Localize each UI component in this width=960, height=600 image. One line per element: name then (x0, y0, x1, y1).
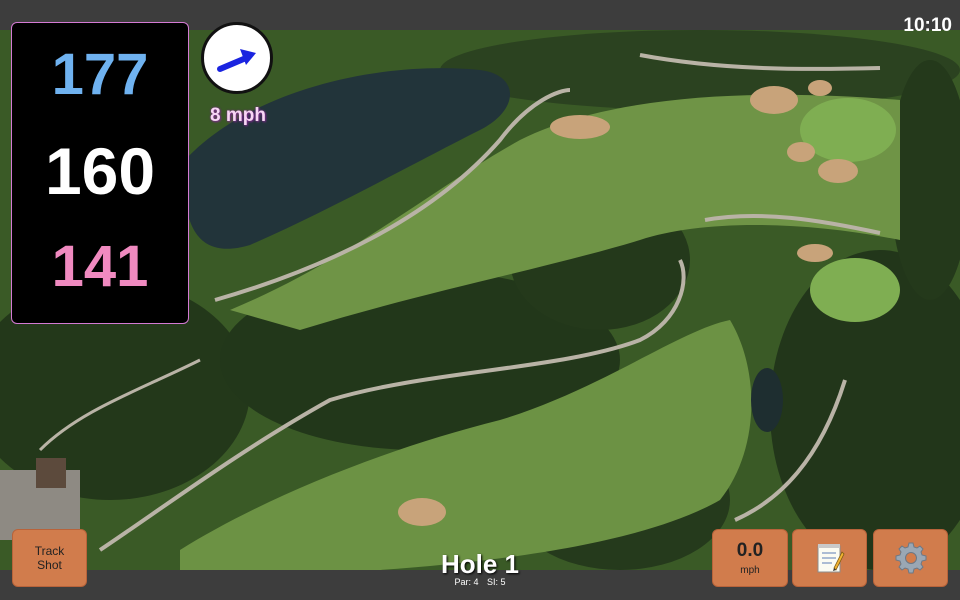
hole-par: Par: 4 (454, 577, 479, 587)
clock: 10:10 (903, 15, 952, 36)
bunker (787, 142, 815, 162)
bunker (797, 244, 833, 262)
gear-icon (895, 542, 926, 574)
bunker (398, 498, 446, 526)
bunker (808, 80, 832, 96)
green (810, 258, 900, 322)
pond (751, 368, 783, 432)
distance-back: 141 (51, 234, 149, 299)
bunker (750, 86, 798, 114)
hole-info: Par: 4 SI: 5 (380, 577, 580, 587)
hole-title: Hole 1 (440, 549, 520, 579)
distance-middle: 160 (44, 134, 156, 208)
wind-speed: 8 mph (210, 105, 266, 126)
arrow-up-right-icon (217, 49, 256, 72)
bunker (550, 115, 610, 139)
speed-unit: mph (740, 564, 760, 576)
speed-button[interactable]: 0.0 mph (712, 529, 788, 587)
notepad-icon (817, 544, 844, 573)
wind-indicator (201, 22, 273, 94)
speed-value: 0.0 (736, 539, 764, 561)
hole-stroke-index: SI: 5 (487, 577, 506, 587)
track-shot-label: Track (34, 544, 65, 558)
building (36, 458, 66, 488)
distance-panel: 177 160 141 (11, 22, 189, 324)
notes-button[interactable] (792, 529, 867, 587)
distance-front: 177 (51, 42, 149, 107)
track-shot-button[interactable]: Track Shot (12, 529, 87, 587)
track-shot-label: Shot (37, 558, 62, 572)
settings-button[interactable] (873, 529, 948, 587)
bunker (818, 159, 858, 183)
